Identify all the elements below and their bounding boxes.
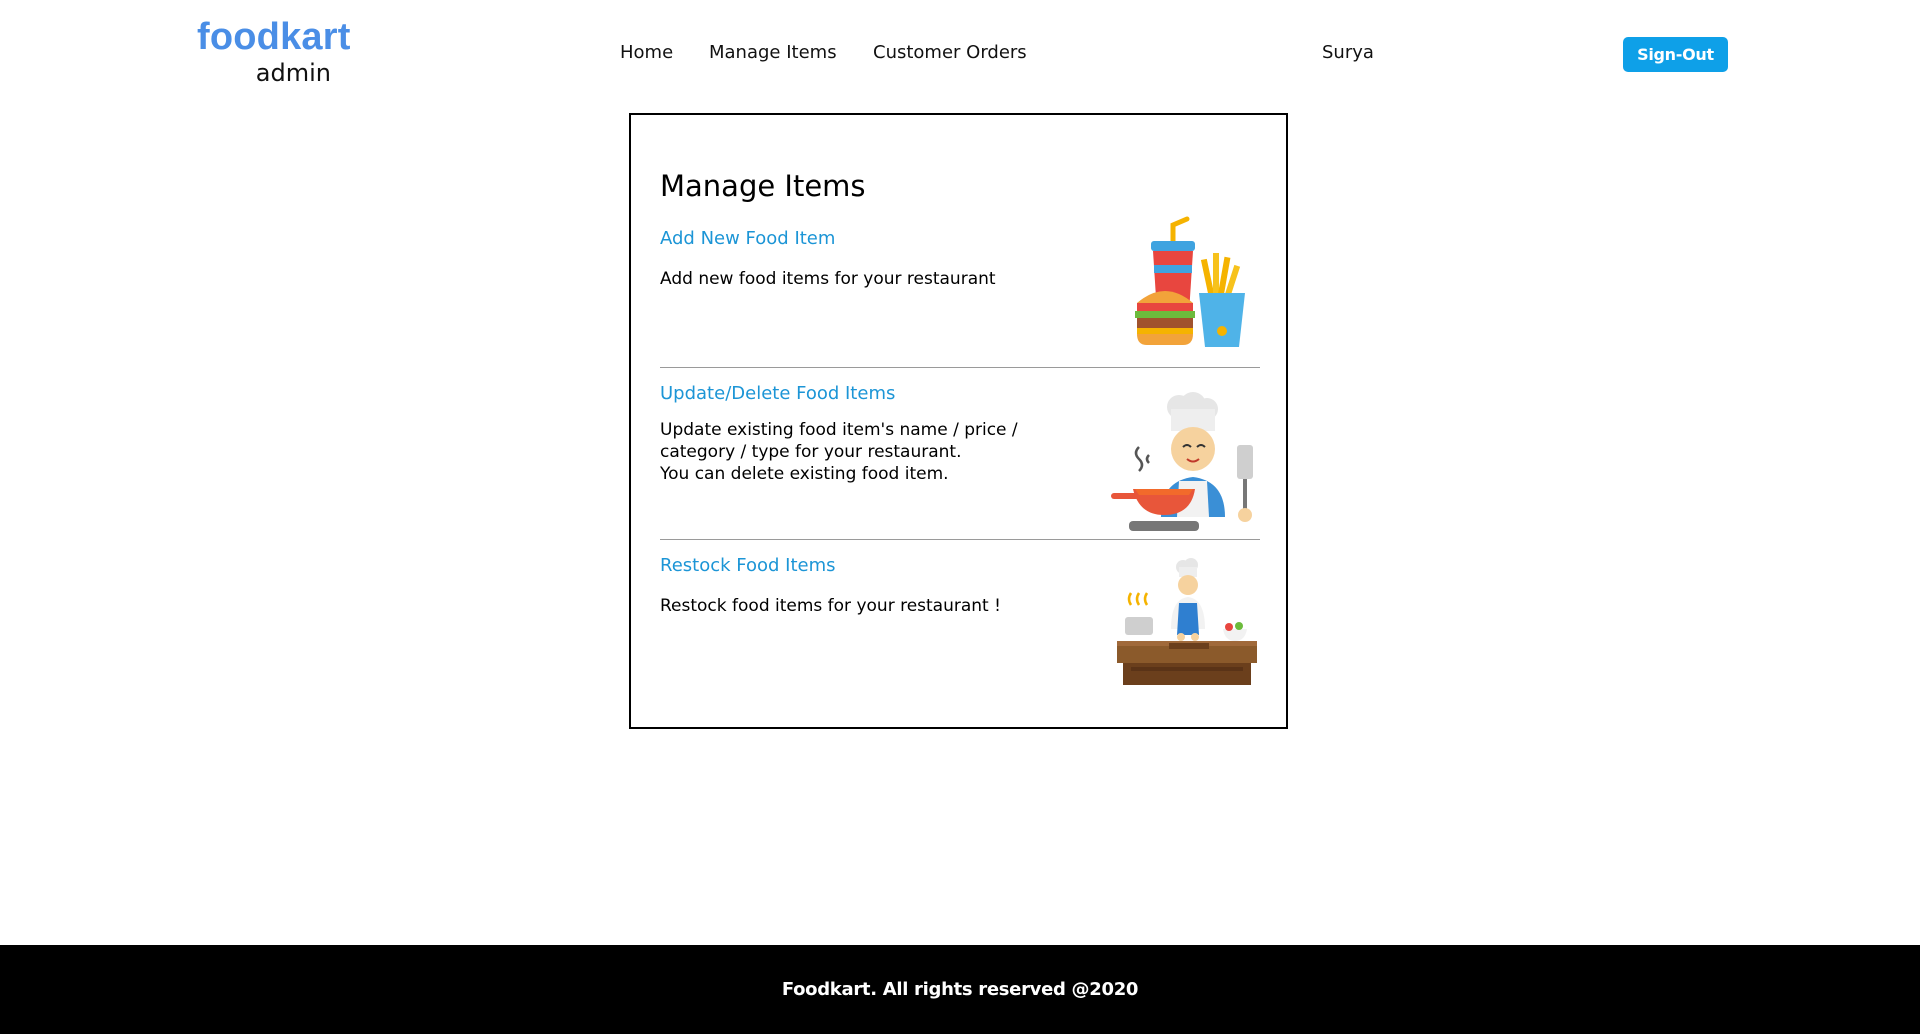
divider (660, 367, 1260, 368)
section-description: Add new food items for your restaurant (660, 269, 996, 289)
manage-items-card: Manage Items Add New Food Item Add new f… (629, 113, 1288, 729)
restock-food-items-link[interactable]: Restock Food Items (660, 555, 836, 576)
footer: Foodkart. All rights reserved @2020 (0, 945, 1920, 1034)
update-delete-food-items-link[interactable]: Update/Delete Food Items (660, 383, 895, 404)
add-new-food-item-link[interactable]: Add New Food Item (660, 228, 835, 249)
nav-home[interactable]: Home (620, 42, 673, 63)
page-title: Manage Items (660, 169, 866, 203)
logo-text: foodkart (197, 16, 351, 58)
nav-manage-items[interactable]: Manage Items (709, 42, 837, 63)
divider (660, 539, 1260, 540)
footer-copyright: Foodkart. All rights reserved @2020 (781, 979, 1139, 1000)
username: Surya (1322, 42, 1374, 63)
nav-customer-orders[interactable]: Customer Orders (873, 42, 1027, 63)
chef-cooking-icon (1111, 392, 1253, 531)
header: foodkart admin Home Manage Items Custome… (0, 0, 1920, 100)
chef-kitchen-icon (1117, 558, 1257, 685)
section-description: Restock food items for your restaurant ! (660, 596, 1001, 616)
logo[interactable]: foodkart admin (197, 16, 350, 91)
section-description: Update existing food item's name / price… (660, 420, 1018, 484)
fast-food-icon (1135, 216, 1245, 347)
sign-out-button[interactable]: Sign-Out (1623, 37, 1728, 72)
logo-subtitle: admin (255, 59, 331, 87)
